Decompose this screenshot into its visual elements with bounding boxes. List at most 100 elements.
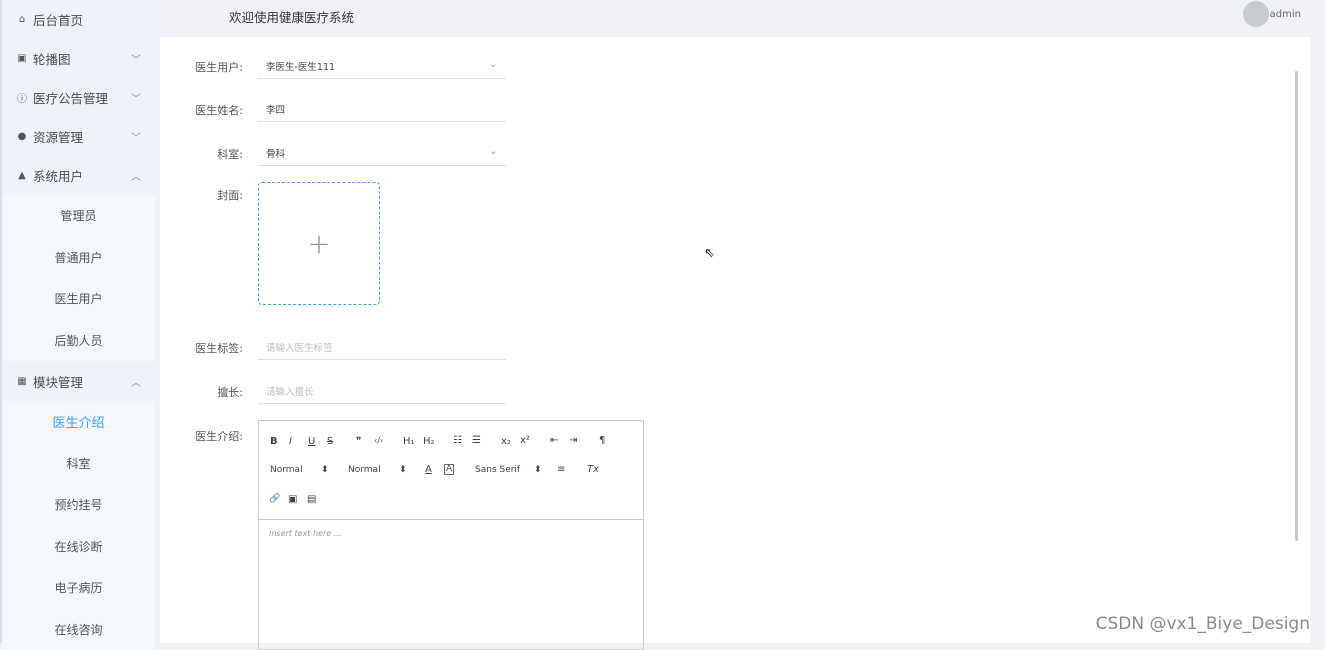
indent-button[interactable]: ⇥ [569,435,577,446]
italic-button[interactable]: I [289,436,292,447]
form-row-tags: 医生标签: 请输入医生标签 [160,332,680,362]
blockquote-button[interactable]: ❞ [356,436,361,447]
field-label: 医生标签: [160,340,243,356]
chevron-down-icon: ﹀ [131,117,141,156]
sidebar-subitem-appointment[interactable]: 预约挂号 [2,484,155,526]
chevron-down-icon: ⌄ [489,57,498,70]
field-label: 科室: [160,146,243,162]
font-color-button[interactable]: A [425,464,432,475]
outdent-button[interactable]: ⇤ [550,435,558,446]
form-row-doctor-user: 医生用户: 李医生-医生111 ⌄ [160,51,680,81]
sidebar-item-system-users[interactable]: ▲ 系统用户 ︿ [2,156,155,195]
form-row-cover: 封面: [160,187,680,217]
select-value: 骨科 [266,146,285,160]
input-value: 李四 [266,102,285,116]
field-label: 医生介绍: [160,428,243,444]
text-direction-button[interactable]: ¶ [599,435,605,446]
bold-button[interactable]: B [270,436,278,447]
sidebar-item-resources[interactable]: ● 资源管理 ﹀ [2,117,155,156]
align-button[interactable]: ≡ [557,464,565,475]
select-arrows-icon: ⬍ [399,465,407,475]
chevron-down-icon: ⌄ [489,144,498,157]
doctor-name-input[interactable]: 李四 [258,94,506,122]
sidebar-item-home[interactable]: ⌂ 后台首页 [2,0,155,39]
top-bar: 欢迎使用健康医疗系统 admin [155,0,1325,32]
cover-upload[interactable]: + [258,182,380,305]
avatar[interactable] [1243,1,1269,27]
specialty-input[interactable]: 请输入擅长 [258,376,506,404]
size-select[interactable]: Normal [348,465,381,475]
sidebar-subitem-diagnosis[interactable]: 在线诊断 [2,526,155,568]
chevron-down-icon: ﹀ [131,39,141,78]
sidebar-subitem-normal-user[interactable]: 普通用户 [2,237,155,279]
location-icon: ● [16,131,28,142]
clean-format-button[interactable]: Tx [587,464,599,475]
underline-button[interactable]: U [308,436,315,447]
sidebar-subitem-consult[interactable]: 在线咨询 [2,609,155,650]
doctor-user-select[interactable]: 李医生-医生111 ⌄ [258,51,506,79]
scrollbar[interactable] [1295,71,1298,541]
info-icon: ⓘ [16,90,28,105]
sidebar-item-label: 系统用户 [33,166,83,185]
grid-icon: ▦ [16,376,28,387]
chevron-up-icon: ︿ [131,361,141,401]
ordered-list-button[interactable]: ☷ [453,435,462,446]
username[interactable]: admin [1270,9,1301,20]
sidebar-subitem-doctor-intro[interactable]: 医生介绍 [2,401,155,443]
image-icon: ▣ [16,53,28,64]
select-arrows-icon: ⬍ [534,465,542,475]
header1-button[interactable]: H₁ [403,436,415,447]
department-select[interactable]: 骨科 ⌄ [258,138,506,166]
field-label: 医生姓名: [160,102,243,118]
rich-text-editor: B I U S ❞ ‹/› H₁ H₂ ☷ ☰ x₂ x² ⇤ ⇥ ¶ Norm… [258,420,644,650]
input-placeholder: 请输入医生标签 [266,340,333,354]
sidebar-subitem-department[interactable]: 科室 [2,443,155,485]
chevron-down-icon: ﹀ [131,78,141,117]
sidebar-item-label: 模块管理 [33,372,83,391]
select-value: 李医生-医生111 [266,59,335,73]
sidebar: ⌂ 后台首页 ▣ 轮播图 ﹀ ⓘ 医疗公告管理 ﹀ ● 资源管理 ﹀ ▲ 系统用… [0,0,155,643]
mouse-cursor-icon: ⇖ [704,246,715,261]
header-select[interactable]: Normal [270,465,303,475]
form-row-doctor-name: 医生姓名: 李四 [160,94,680,124]
form-row-specialty: 擅长: 请输入擅长 [160,376,680,406]
sidebar-subitem-logistics[interactable]: 后勤人员 [2,320,155,362]
select-arrows-icon: ⬍ [321,465,329,475]
page-title: 欢迎使用健康医疗系统 [229,7,354,26]
superscript-button[interactable]: x² [520,435,530,446]
bullet-list-button[interactable]: ☰ [472,435,481,446]
sidebar-subitem-doctor-user[interactable]: 医生用户 [2,278,155,320]
subscript-button[interactable]: x₂ [501,436,511,447]
editor-placeholder[interactable]: Insert text here ... [269,529,341,538]
sidebar-item-modules[interactable]: ▦ 模块管理 ︿ [2,361,155,401]
input-placeholder: 请输入擅长 [266,384,314,398]
home-icon: ⌂ [16,14,28,25]
field-label: 医生用户: [160,59,243,75]
chevron-up-icon: ︿ [131,156,141,195]
plus-icon: + [307,227,330,260]
sidebar-item-label: 轮播图 [33,49,71,68]
form-panel: 医生用户: 李医生-医生111 ⌄ 医生姓名: 李四 科室: 骨科 ⌄ 封面: … [160,37,1310,643]
form-row-department: 科室: 骨科 ⌄ [160,138,680,168]
sidebar-item-label: 后台首页 [33,10,83,29]
user-icon: ▲ [16,170,28,181]
code-block-button[interactable]: ‹/› [374,436,383,445]
doctor-tags-input[interactable]: 请输入医生标签 [258,332,506,360]
background-color-button[interactable]: A [444,464,454,475]
sidebar-item-label: 资源管理 [33,127,83,146]
sidebar-subitem-admin[interactable]: 管理员 [2,195,155,237]
header2-button[interactable]: H₂ [423,436,435,447]
font-select[interactable]: Sans Serif [475,465,520,475]
image-icon[interactable]: ▣ [288,494,297,505]
video-icon[interactable]: ▤ [307,494,316,505]
sidebar-subitem-records[interactable]: 电子病历 [2,567,155,609]
link-icon[interactable]: 🔗 [269,494,280,504]
field-label: 擅长: [160,384,243,400]
sidebar-item-notice[interactable]: ⓘ 医疗公告管理 ﹀ [2,78,155,117]
sidebar-item-carousel[interactable]: ▣ 轮播图 ﹀ [2,39,155,78]
strike-button[interactable]: S [327,436,333,447]
watermark: CSDN @vx1_Biye_Design [1096,614,1310,634]
field-label: 封面: [160,187,243,203]
sidebar-item-label: 医疗公告管理 [33,88,108,107]
editor-toolbar: B I U S ❞ ‹/› H₁ H₂ ☷ ☰ x₂ x² ⇤ ⇥ ¶ Norm… [259,421,643,520]
